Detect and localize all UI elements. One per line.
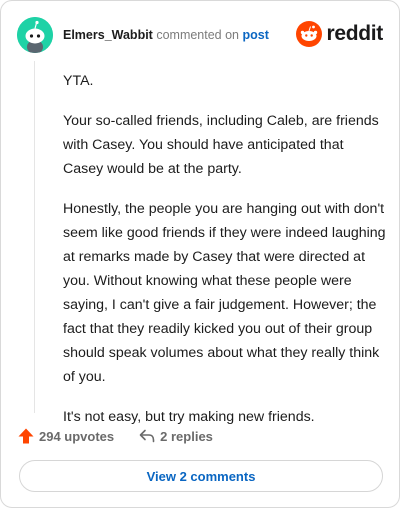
- upvote-count: 294 upvotes: [39, 428, 115, 444]
- comment-footer: 294 upvotes 2 replies: [17, 426, 213, 446]
- comment-card: Elmers_Wabbit commented on post reddit Y…: [0, 0, 400, 508]
- thread-line[interactable]: [34, 61, 35, 413]
- replies-button[interactable]: 2 replies: [138, 427, 213, 445]
- comment-paragraph: Honestly, the people you are hanging out…: [63, 201, 386, 385]
- comment-meta: Elmers_Wabbit commented on post: [63, 27, 269, 43]
- view-comments-button[interactable]: View 2 comments: [19, 460, 383, 492]
- comment-body: YTA. Your so-called friends, including C…: [63, 69, 387, 445]
- avatar[interactable]: [17, 17, 53, 53]
- username-link[interactable]: Elmers_Wabbit: [63, 28, 153, 42]
- upvote-button[interactable]: 294 upvotes: [17, 427, 114, 445]
- reddit-logo-text: reddit: [326, 22, 383, 45]
- comment-action-text: commented on: [156, 28, 240, 42]
- comment-header: Elmers_Wabbit commented on post reddit: [17, 17, 383, 53]
- post-link[interactable]: post: [243, 28, 269, 42]
- snoo-avatar-icon: [17, 17, 53, 53]
- reddit-logo-icon: [296, 21, 323, 47]
- upvote-arrow-icon: [18, 428, 34, 444]
- replies-count: 2 replies: [160, 428, 213, 444]
- reddit-logo[interactable]: reddit: [296, 19, 383, 49]
- comment-paragraph: YTA.: [63, 73, 94, 89]
- comment-paragraph: Your so-called friends, including Caleb,…: [63, 113, 379, 177]
- reply-arrow-icon: [139, 429, 155, 443]
